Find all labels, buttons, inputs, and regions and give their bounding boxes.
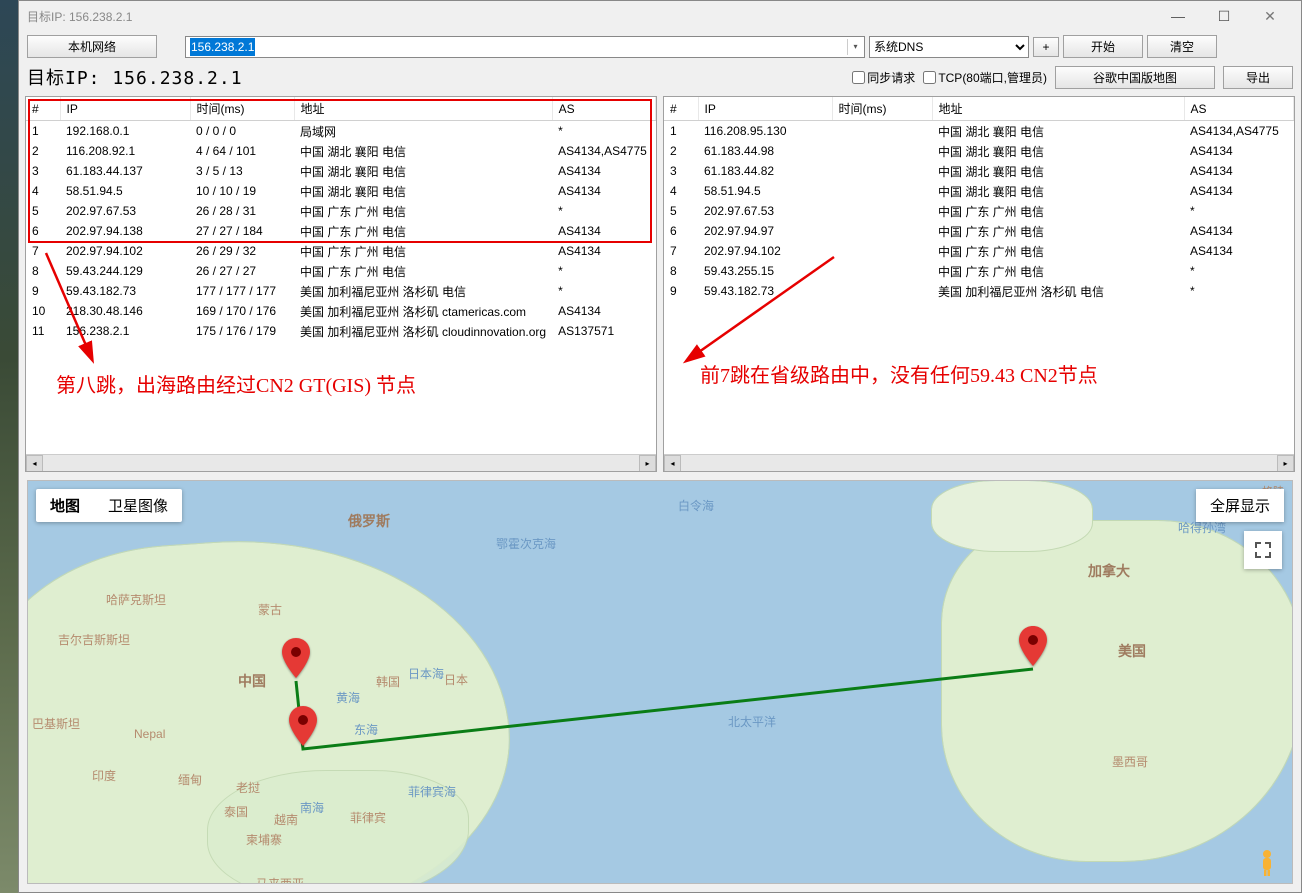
col-time[interactable]: 时间(ms) [190, 97, 294, 121]
table-row[interactable]: 11156.238.2.1175 / 176 / 179美国 加利福尼亚州 洛杉… [26, 321, 656, 341]
table-row[interactable]: 6202.97.94.13827 / 27 / 184中国 广东 广州 电信AS… [26, 221, 656, 241]
table-row[interactable]: 7202.97.94.10226 / 29 / 32中国 广东 广州 电信AS4… [26, 241, 656, 261]
table-row[interactable]: 959.43.182.73177 / 177 / 177美国 加利福尼亚州 洛杉… [26, 281, 656, 301]
col-hop[interactable]: # [26, 97, 60, 121]
target-label: 目标IP: 156.238.2.1 [27, 64, 243, 90]
left-hscrollbar[interactable]: ◂ ▸ [26, 454, 656, 471]
titlebar: 目标IP: 156.238.2.1 — ☐ ✕ [19, 1, 1301, 31]
desktop-bleed [0, 0, 18, 893]
map-route [28, 481, 1292, 883]
close-button[interactable]: ✕ [1247, 1, 1293, 31]
map-tab-satellite[interactable]: 卫星图像 [94, 489, 182, 522]
table-row[interactable]: 1116.208.95.130中国 湖北 襄阳 电信AS4134,AS4775 [664, 121, 1294, 142]
table-row[interactable]: 859.43.244.12926 / 27 / 27中国 广东 广州 电信* [26, 261, 656, 281]
col-time[interactable]: 时间(ms) [832, 97, 932, 121]
table-row[interactable]: 959.43.182.73美国 加利福尼亚州 洛杉矶 电信* [664, 281, 1294, 301]
table-row[interactable]: 261.183.44.98中国 湖北 襄阳 电信AS4134 [664, 141, 1294, 161]
dns-select[interactable]: 系统DNS [869, 36, 1029, 58]
add-dns-button[interactable]: + [1033, 37, 1059, 57]
export-button[interactable]: 导出 [1223, 66, 1293, 89]
toolbar-main: 本机网络 156.238.2.1 ▾ 系统DNS + 开始 清空 [19, 31, 1301, 62]
table-row[interactable]: 361.183.44.82中国 湖北 襄阳 电信AS4134 [664, 161, 1294, 181]
col-addr[interactable]: 地址 [294, 97, 552, 121]
scroll-left-icon[interactable]: ◂ [664, 455, 681, 472]
right-trace-table: # IP 时间(ms) 地址 AS 1116.208.95.130中国 湖北 襄… [664, 97, 1294, 301]
window-title: 目标IP: 156.238.2.1 [27, 8, 132, 25]
col-addr[interactable]: 地址 [932, 97, 1184, 121]
table-row[interactable]: 10218.30.48.146169 / 170 / 176美国 加利福尼亚州 … [26, 301, 656, 321]
map-panel[interactable]: 白令海 鄂霍次克海 日本海 黄海 东海 南海 菲律宾海 北太平洋 哈得孙湾 中国… [27, 480, 1293, 884]
chevron-down-icon[interactable]: ▾ [847, 39, 863, 55]
tcp80-checkbox[interactable]: TCP(80端口,管理员) [923, 69, 1047, 86]
table-row[interactable]: 6202.97.94.97中国 广东 广州 电信AS4134 [664, 221, 1294, 241]
scroll-right-icon[interactable]: ▸ [639, 455, 656, 472]
maximize-button[interactable]: ☐ [1201, 1, 1247, 31]
table-row[interactable]: 2116.208.92.14 / 64 / 101中国 湖北 襄阳 电信AS41… [26, 141, 656, 161]
table-row[interactable]: 5202.97.67.53中国 广东 广州 电信* [664, 201, 1294, 221]
map-marker-icon [1019, 626, 1047, 669]
map-tab-map[interactable]: 地图 [36, 489, 94, 522]
col-ip[interactable]: IP [698, 97, 832, 121]
col-as[interactable]: AS [1184, 97, 1294, 121]
map-fullscreen-button[interactable]: 全屏显示 [1196, 489, 1284, 522]
sync-request-checkbox[interactable]: 同步请求 [852, 69, 915, 86]
clear-button[interactable]: 清空 [1147, 35, 1217, 58]
local-network-button[interactable]: 本机网络 [27, 35, 157, 58]
pegman-icon[interactable] [1252, 847, 1282, 877]
right-annotation: 前7跳在省级路由中，没有任何59.43 CN2节点 [700, 359, 1098, 388]
left-annotation: 第八跳，出海路由经过CN2 GT(GIS) 节点 [56, 369, 416, 398]
left-trace-scroll[interactable]: # IP 时间(ms) 地址 AS 1192.168.0.10 / 0 / 0局… [26, 97, 656, 454]
table-row[interactable]: 361.183.44.1373 / 5 / 13中国 湖北 襄阳 电信AS413… [26, 161, 656, 181]
trace-panes: # IP 时间(ms) 地址 AS 1192.168.0.10 / 0 / 0局… [19, 96, 1301, 472]
google-cn-map-button[interactable]: 谷歌中国版地图 [1055, 66, 1215, 89]
right-trace-pane: # IP 时间(ms) 地址 AS 1116.208.95.130中国 湖北 襄… [663, 96, 1295, 472]
col-as[interactable]: AS [552, 97, 655, 121]
scroll-right-icon[interactable]: ▸ [1277, 455, 1294, 472]
target-ip-value: 156.238.2.1 [190, 38, 255, 56]
minimize-button[interactable]: — [1155, 1, 1201, 31]
start-button[interactable]: 开始 [1063, 35, 1143, 58]
map-marker-icon [289, 706, 317, 749]
table-row[interactable]: 458.51.94.510 / 10 / 19中国 湖北 襄阳 电信AS4134 [26, 181, 656, 201]
app-window: 目标IP: 156.238.2.1 — ☐ ✕ 本机网络 156.238.2.1… [18, 0, 1302, 893]
table-row[interactable]: 859.43.255.15中国 广东 广州 电信* [664, 261, 1294, 281]
right-hscrollbar[interactable]: ◂ ▸ [664, 454, 1294, 471]
left-trace-table: # IP 时间(ms) 地址 AS 1192.168.0.10 / 0 / 0局… [26, 97, 656, 341]
table-row[interactable]: 458.51.94.5中国 湖北 襄阳 电信AS4134 [664, 181, 1294, 201]
table-row[interactable]: 7202.97.94.102中国 广东 广州 电信AS4134 [664, 241, 1294, 261]
left-trace-pane: # IP 时间(ms) 地址 AS 1192.168.0.10 / 0 / 0局… [25, 96, 657, 472]
map-type-toggle: 地图 卫星图像 [36, 489, 182, 522]
scroll-left-icon[interactable]: ◂ [26, 455, 43, 472]
map-marker-icon [282, 638, 310, 681]
table-row[interactable]: 1192.168.0.10 / 0 / 0局域网* [26, 121, 656, 142]
col-ip[interactable]: IP [60, 97, 190, 121]
target-ip-combobox[interactable]: 156.238.2.1 ▾ [185, 36, 865, 58]
toolbar-secondary: 目标IP: 156.238.2.1 同步请求 TCP(80端口,管理员) 谷歌中… [19, 62, 1301, 96]
col-hop[interactable]: # [664, 97, 698, 121]
map-expand-icon[interactable] [1244, 531, 1282, 569]
right-trace-scroll[interactable]: # IP 时间(ms) 地址 AS 1116.208.95.130中国 湖北 襄… [664, 97, 1294, 454]
table-row[interactable]: 5202.97.67.5326 / 28 / 31中国 广东 广州 电信* [26, 201, 656, 221]
